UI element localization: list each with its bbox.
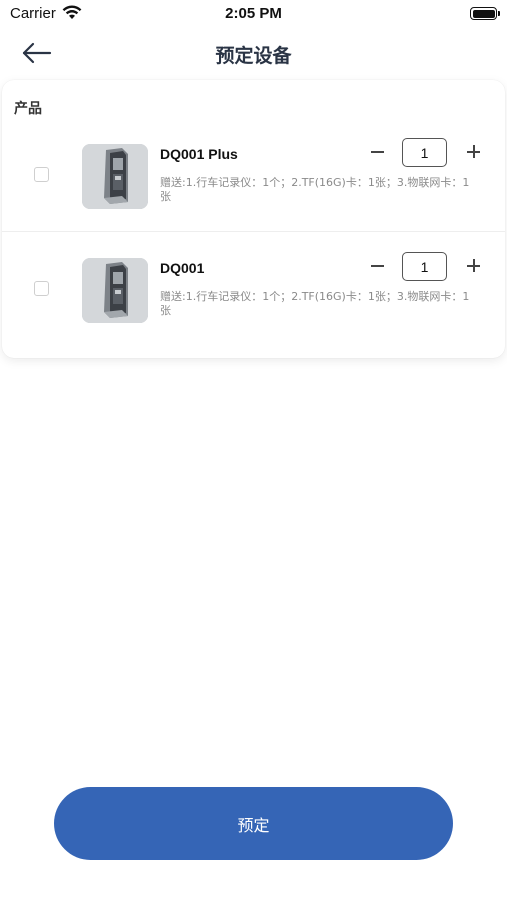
product-gift-text: 赠送:1.行车记录仪：1个；2.TF(16G)卡：1张；3.物联网卡：1张 <box>160 290 470 317</box>
status-time: 2:05 PM <box>225 5 282 22</box>
increase-quantity-button[interactable] <box>462 140 486 164</box>
screen: Carrier 2:05 PM 预定设备 产品 DQ001 Plus 赠送:1.… <box>0 0 507 900</box>
product-gift-text: 赠送:1.行车记录仪：1个；2.TF(16G)卡：1张；3.物联网卡：1张 <box>160 176 470 203</box>
nav-bar: 预定设备 <box>0 30 507 76</box>
product-name: DQ001 <box>160 260 205 276</box>
increase-quantity-button[interactable] <box>462 254 486 278</box>
status-bar: Carrier 2:05 PM <box>0 0 507 30</box>
minus-icon <box>370 151 384 153</box>
decrease-quantity-button[interactable] <box>366 140 388 164</box>
section-label: 产品 <box>14 101 42 117</box>
device-image-graphic <box>82 258 148 323</box>
device-image <box>82 258 148 323</box>
product-row: DQ001 Plus 赠送:1.行车记录仪：1个；2.TF(16G)卡：1张；3… <box>2 118 505 231</box>
minus-icon <box>370 265 384 267</box>
product-row: DQ001 赠送:1.行车记录仪：1个；2.TF(16G)卡：1张；3.物联网卡… <box>2 231 505 344</box>
product-card: 产品 DQ001 Plus 赠送:1.行车记录仪：1个；2.TF(16G)卡：1… <box>2 80 505 358</box>
device-image <box>82 144 148 209</box>
product-checkbox[interactable] <box>34 281 49 296</box>
page-title: 预定设备 <box>215 45 292 67</box>
device-image-graphic <box>82 144 148 209</box>
product-name: DQ001 Plus <box>160 146 238 162</box>
quantity-input[interactable] <box>402 138 447 167</box>
order-button[interactable]: 预定 <box>54 787 453 860</box>
quantity-input[interactable] <box>402 252 447 281</box>
product-checkbox[interactable] <box>34 167 49 182</box>
decrease-quantity-button[interactable] <box>366 254 388 278</box>
battery-icon <box>470 7 500 20</box>
